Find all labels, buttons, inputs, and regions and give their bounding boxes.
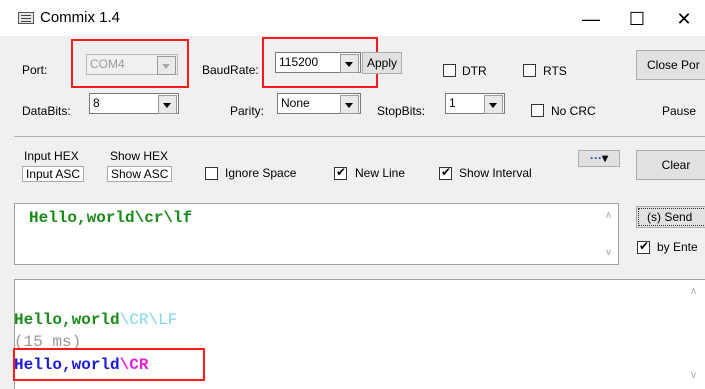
output-text-1: Hello,world [14, 311, 120, 329]
stopbits-select[interactable]: 1 [445, 93, 505, 114]
baudrate-select[interactable]: 115200 [275, 52, 361, 73]
close-button[interactable]: ✕ [661, 4, 705, 34]
databits-value: 8 [93, 96, 100, 110]
dtr-label: DTR [462, 64, 487, 78]
databits-label: DataBits: [22, 104, 71, 118]
input-asc-option[interactable]: Input ASC [22, 166, 85, 182]
chevron-down-icon [340, 54, 359, 73]
scroll-down-icon[interactable]: ∨ [686, 370, 701, 381]
input-hex-option[interactable]: Input HEX [24, 149, 79, 163]
chevron-down-icon [158, 95, 177, 114]
new-line-checkbox[interactable] [334, 165, 347, 180]
dtr-checkbox[interactable] [443, 64, 456, 77]
stopbits-label: StopBits: [377, 104, 426, 118]
apply-button[interactable]: Apply [362, 52, 402, 74]
output-line-2: Hello,world\CR [14, 356, 148, 374]
chevron-down-icon [157, 56, 176, 75]
window-title: Commix 1.4 [40, 9, 121, 26]
baudrate-label: BaudRate: [202, 63, 259, 77]
send-input[interactable]: Hello,world\cr\lf ∧ ∨ [14, 203, 619, 265]
ignore-space-checkbox[interactable] [205, 167, 218, 180]
show-asc-option[interactable]: Show ASC [107, 166, 173, 182]
by-enter-checkbox[interactable] [637, 239, 650, 254]
by-enter-label: by Ente [657, 240, 698, 254]
divider [14, 136, 705, 137]
new-line-label: New Line [355, 166, 406, 180]
ignore-space-label: Ignore Space [225, 166, 297, 180]
output-escape-2: \CR [119, 356, 149, 374]
databits-select[interactable]: 8 [89, 93, 179, 114]
pause-button[interactable]: Pause [662, 104, 696, 118]
parity-label: Parity: [230, 104, 265, 118]
nocrc-checkbox[interactable] [531, 104, 544, 117]
parity-select[interactable]: None [277, 93, 361, 114]
stopbits-value: 1 [449, 96, 456, 110]
scroll-down-icon[interactable]: ∨ [601, 247, 616, 258]
close-port-button[interactable]: Close Por [636, 50, 705, 80]
chevron-down-icon [484, 95, 503, 114]
more-options-button[interactable]: ···▾ [578, 150, 620, 167]
output-escape-1: \CR\LF [119, 311, 178, 329]
maximize-button[interactable]: ☐ [614, 4, 660, 34]
chevron-down-icon [340, 95, 359, 114]
minimize-button[interactable]: — [568, 4, 614, 34]
more-options-label: ··· [589, 151, 602, 165]
rts-checkbox[interactable] [523, 64, 536, 77]
app-icon [18, 12, 34, 24]
rts-label: RTS [543, 64, 567, 78]
baudrate-value: 115200 [279, 55, 319, 69]
show-hex-option[interactable]: Show HEX [110, 149, 168, 163]
send-button[interactable]: (s) Send [636, 206, 705, 228]
output-line-1: Hello,world\CR\LF [14, 311, 177, 329]
output-text-2: Hello,world [14, 356, 120, 374]
port-label: Port: [22, 63, 48, 77]
port-value: COM4 [90, 57, 125, 71]
send-text: Hello,world\cr\lf [29, 209, 193, 227]
scroll-up-icon[interactable]: ∧ [601, 210, 616, 221]
nocrc-label: No CRC [551, 104, 596, 118]
show-interval-checkbox[interactable] [439, 165, 452, 180]
show-interval-label: Show Interval [459, 166, 532, 180]
clear-button[interactable]: Clear [636, 150, 705, 180]
chevron-down-icon: ▾ [601, 151, 609, 165]
scroll-up-icon[interactable]: ∧ [686, 286, 701, 297]
parity-value: None [281, 96, 310, 110]
port-select[interactable]: COM4 [86, 54, 178, 75]
